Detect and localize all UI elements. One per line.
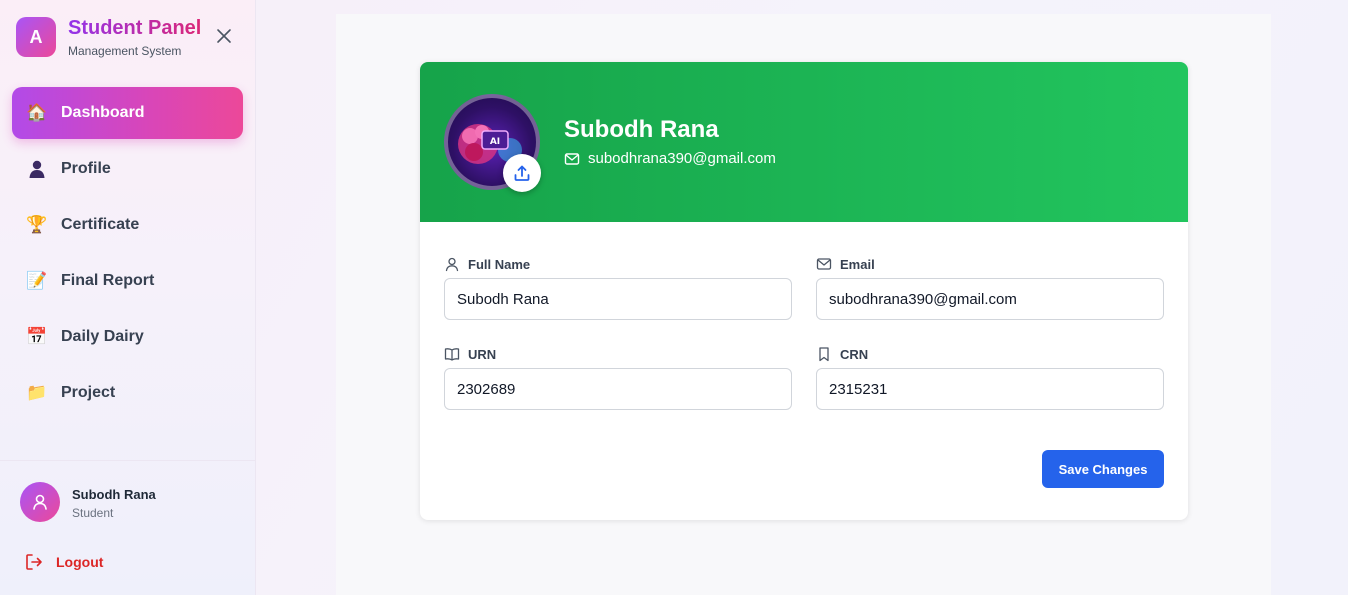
profile-card: AI Subodh Rana subodhrana390@gmail.com F… [420,62,1188,520]
brand-title: Student Panel [68,17,202,39]
logout-button[interactable]: Logout [24,552,103,572]
brand-subtitle: Management System [68,44,182,58]
crn-field: CRN [816,346,1164,410]
upload-icon [514,165,530,181]
ai-label: AI [490,137,500,147]
upload-avatar-button[interactable] [503,154,541,192]
user-icon [445,257,459,272]
calendar-icon: 📅 [26,327,48,346]
brand-logo: A [16,17,56,57]
book-open-icon [444,348,460,361]
logout-icon [26,554,42,570]
full-name-input[interactable] [444,278,792,320]
bookmark-icon [819,347,829,362]
sidebar-item-label: Project [61,384,116,401]
trophy-icon: 🏆 [26,215,48,234]
memo-icon: 📝 [26,271,48,290]
urn-field: URN [444,346,792,410]
email-label: Email [840,256,875,272]
close-sidebar-button[interactable] [214,26,234,46]
profile-name: Subodh Rana [564,116,719,143]
mail-icon [564,152,580,165]
user-icon [33,494,47,510]
urn-label: URN [468,346,497,362]
mail-icon [816,258,832,270]
sidebar-item-label: Profile [61,160,111,177]
sidebar-item-project[interactable]: 📁 Project [12,367,243,419]
user-summary: Subodh Rana Student [0,460,256,522]
email-field: Email [816,256,1164,320]
full-name-field: Full Name [444,256,792,320]
urn-input[interactable] [444,368,792,410]
sidebar-item-label: Daily Dairy [61,328,144,345]
logout-label: Logout [56,554,104,570]
save-changes-button[interactable]: Save Changes [1042,450,1164,488]
sidebar-item-label: Final Report [61,272,155,289]
sidebar-item-label: Dashboard [61,104,145,121]
profile-email-row: subodhrana390@gmail.com [564,150,776,167]
house-icon: 🏠 [26,103,48,122]
profile-email: subodhrana390@gmail.com [588,150,776,167]
crn-input[interactable] [816,368,1164,410]
user-role: Student [72,506,114,520]
sidebar-item-daily-dairy[interactable]: 📅 Daily Dairy [12,311,243,363]
sidebar-item-label: Certificate [61,216,140,233]
sidebar-nav: 🏠 Dashboard Profile 🏆 Certificate 📝 Fina… [12,87,243,423]
profile-header: AI Subodh Rana subodhrana390@gmail.com [420,62,1188,222]
sidebar: A Student Panel Management System 🏠 Dash… [0,0,256,595]
full-name-label: Full Name [468,256,531,272]
crn-label: CRN [840,346,869,362]
folder-icon: 📁 [26,383,48,402]
brand: A Student Panel Management System [16,16,201,58]
sidebar-item-certificate[interactable]: 🏆 Certificate [12,199,243,251]
sidebar-item-profile[interactable]: Profile [12,143,243,195]
sidebar-item-dashboard[interactable]: 🏠 Dashboard [12,87,243,139]
person-icon [26,158,48,180]
email-input[interactable] [816,278,1164,320]
sidebar-item-final-report[interactable]: 📝 Final Report [12,255,243,307]
close-icon [217,29,231,43]
avatar[interactable] [20,482,60,522]
user-name: Subodh Rana [72,487,156,502]
